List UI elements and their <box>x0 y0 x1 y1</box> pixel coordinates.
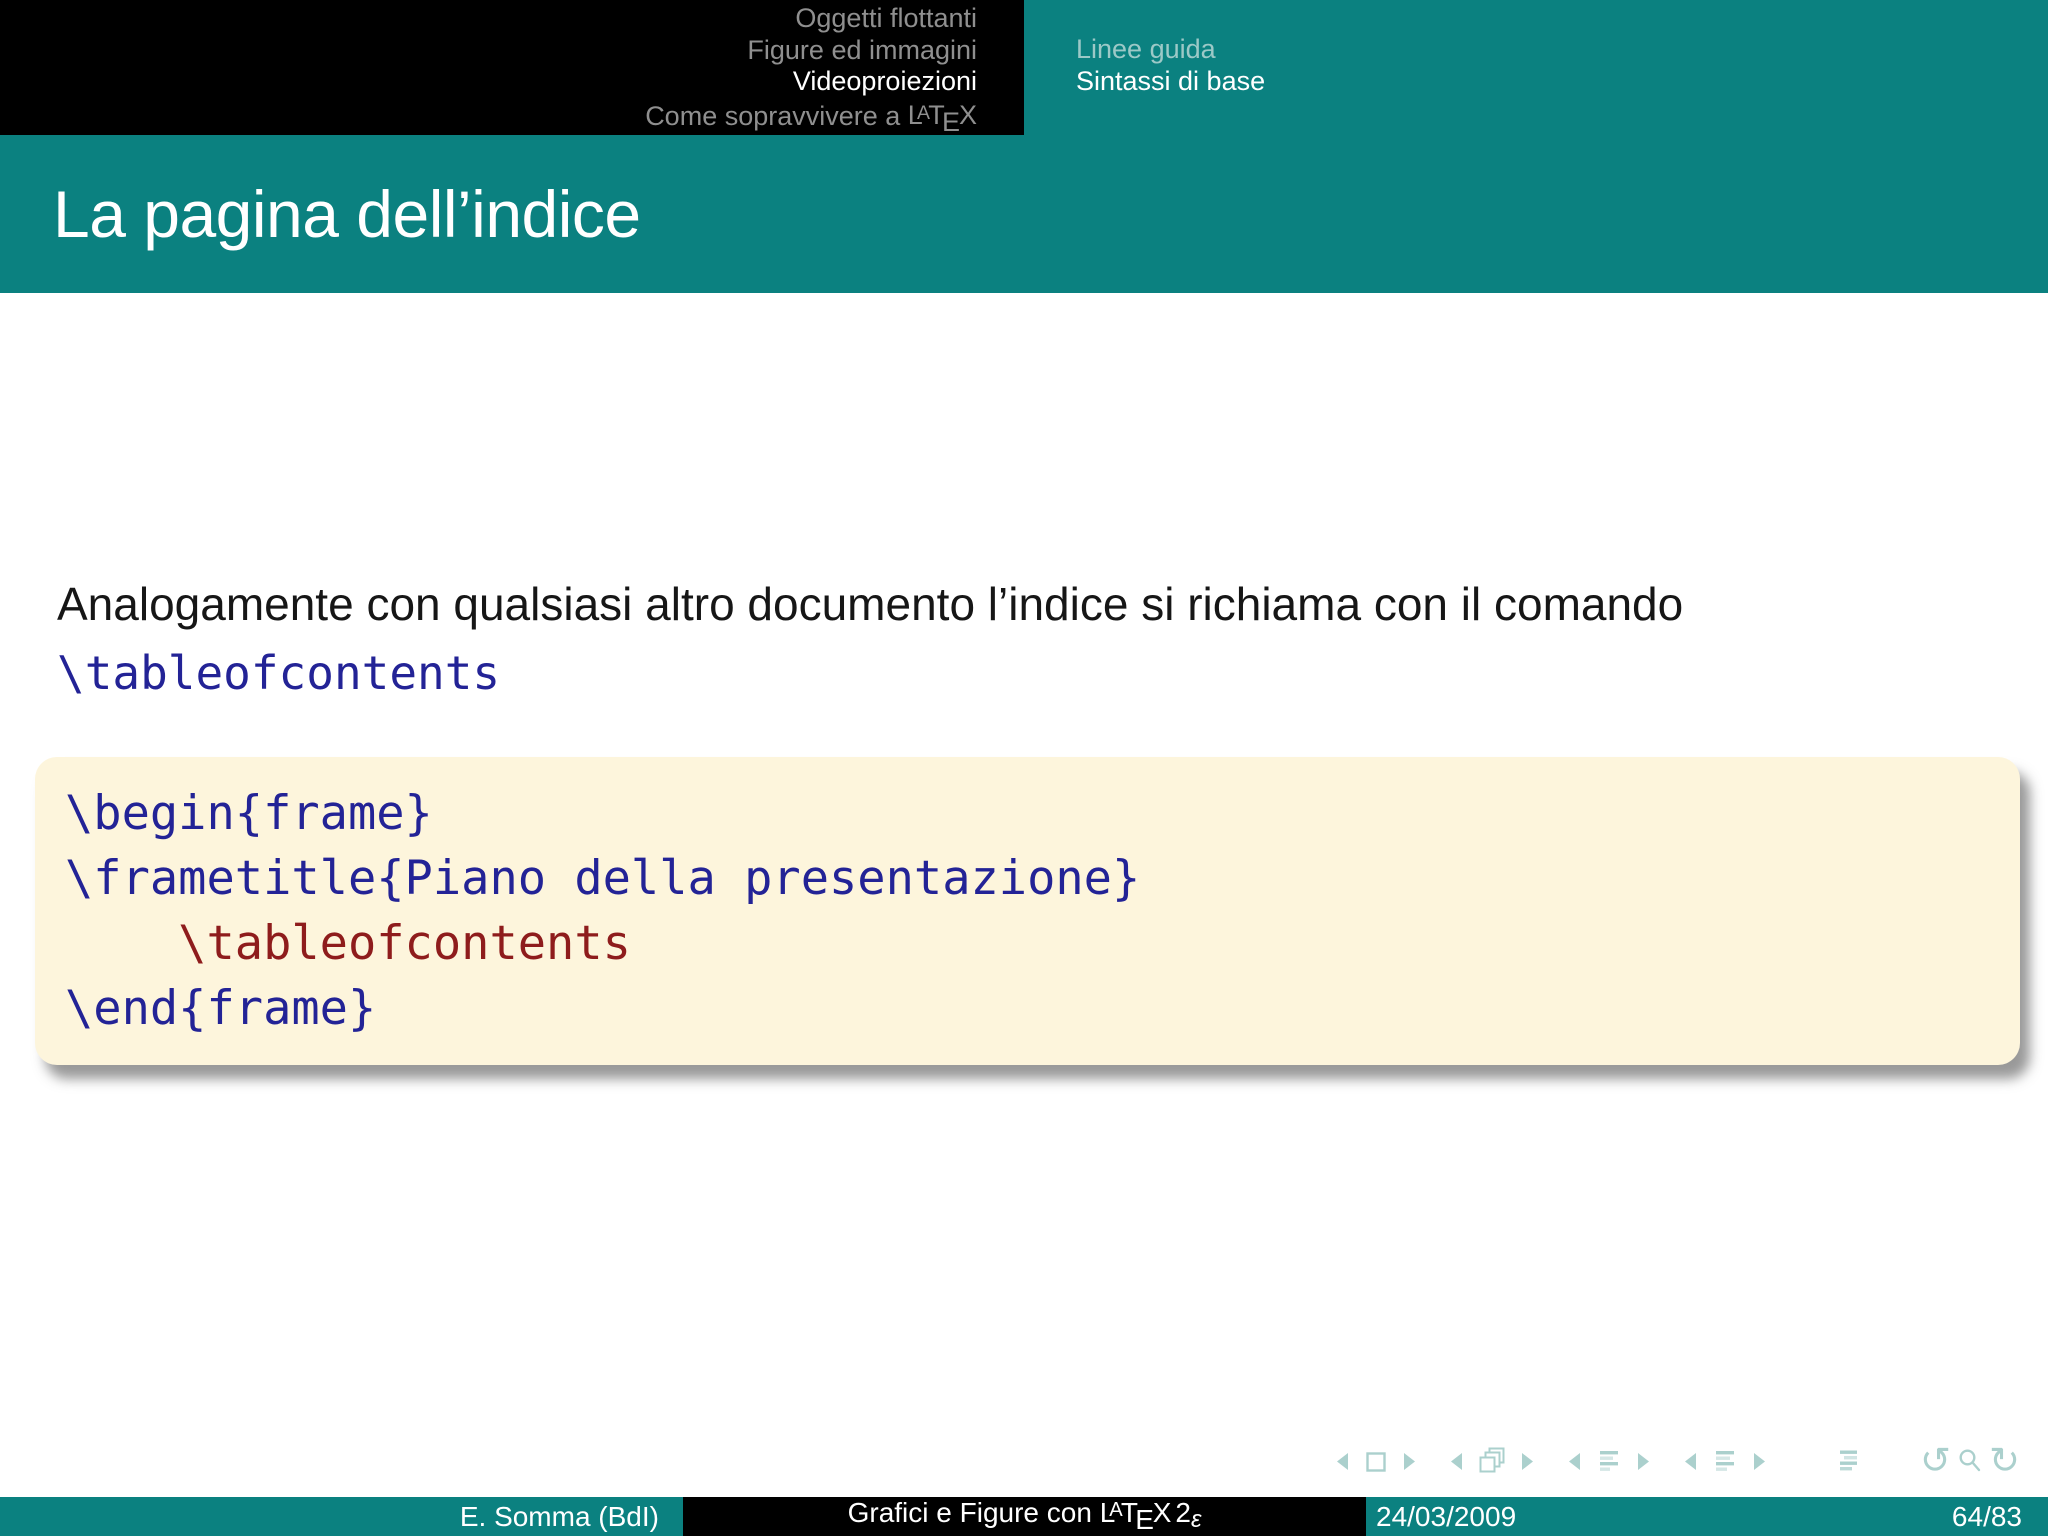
section-item-figure-ed-immagini[interactable]: Figure ed immagini <box>0 35 977 67</box>
navigation-symbols: ↺ ↻ <box>1332 1442 2020 1479</box>
page-title: La pagina dell’indice <box>53 177 641 251</box>
headline: Oggetti flottanti Figure ed immagini Vid… <box>0 0 2048 137</box>
subsection-nav: Linee guida Sintassi di base <box>1024 0 2048 135</box>
section-nav: Oggetti flottanti Figure ed immagini Vid… <box>0 0 1024 137</box>
presentation-icon[interactable] <box>1834 1447 1862 1475</box>
footer-author: E. Somma (BdI) <box>459 1500 659 1532</box>
subsection-item-linee-guida[interactable]: Linee guida <box>1076 34 2048 66</box>
slide-content: Analogamente con qualsiasi altro documen… <box>57 576 2007 700</box>
search-icon[interactable] <box>1956 1447 1984 1475</box>
subsection-item-sintassi-di-base[interactable]: Sintassi di base <box>1076 66 2048 98</box>
code-line: \frametitle{Piano della presentazione} <box>65 851 1141 906</box>
section-item-come-sopravvivere[interactable]: Come sopravvivere a LATEX <box>0 98 977 139</box>
frames-icon[interactable] <box>1477 1446 1507 1476</box>
footer-page-number: 64/83 <box>1951 1500 2022 1532</box>
footer-meta-segment: 24/03/2009 64/83 <box>1366 1497 2048 1536</box>
code-block: \begin{frame} \frametitle{Piano della pr… <box>35 757 2020 1065</box>
slide-forward-icon[interactable] <box>1398 1448 1420 1475</box>
footer-author-segment: E. Somma (BdI) <box>0 1497 683 1536</box>
subsection-back-icon[interactable] <box>1564 1448 1586 1475</box>
inline-latex-command: \tableofcontents <box>57 646 501 700</box>
subsection-nav-group <box>1564 1447 1654 1475</box>
section-item-oggetti-flottanti[interactable]: Oggetti flottanti <box>0 3 977 35</box>
footer-date: 24/03/2009 <box>1376 1500 1517 1532</box>
frame-forward-icon[interactable] <box>1516 1448 1538 1475</box>
section-icon <box>1711 1447 1739 1475</box>
footline: E. Somma (BdI) Grafici e Figure con LATE… <box>0 1497 2048 1536</box>
subsection-icon <box>1595 1447 1623 1475</box>
section-forward-icon[interactable] <box>1748 1448 1770 1475</box>
history-nav-group: ↺ ↻ <box>1920 1442 2020 1479</box>
slide-nav-group <box>1332 1448 1420 1475</box>
section-item-videoproiezioni[interactable]: Videoproiezioni <box>0 66 977 98</box>
code-line: \tableofcontents <box>65 916 631 971</box>
subsection-forward-icon[interactable] <box>1632 1448 1654 1475</box>
presentation-nav-group <box>1834 1447 1862 1475</box>
slide-icon[interactable] <box>1363 1448 1389 1475</box>
section-nav-group <box>1680 1447 1770 1475</box>
frame-back-icon[interactable] <box>1446 1448 1468 1475</box>
code-line: \end{frame} <box>65 981 377 1036</box>
slide-back-icon[interactable] <box>1332 1448 1354 1475</box>
latex-logo: LATEX <box>1099 1497 1172 1535</box>
history-back-icon[interactable]: ↺ <box>1920 1442 1951 1479</box>
history-forward-icon[interactable]: ↻ <box>1989 1442 2020 1479</box>
footer-title-segment: Grafici e Figure con LATEX 2ε <box>683 1497 1366 1536</box>
code-line: \begin{frame} <box>65 786 433 841</box>
section-back-icon[interactable] <box>1680 1448 1702 1475</box>
footer-title: Grafici e Figure con LATEX 2ε <box>847 1497 1202 1535</box>
frametitle-bar: La pagina dell’indice <box>0 135 2048 293</box>
body-paragraph: Analogamente con qualsiasi altro documen… <box>57 578 1684 630</box>
section-item-label: Come sopravvivere a <box>645 100 908 131</box>
beamer-slide: Oggetti flottanti Figure ed immagini Vid… <box>0 0 2048 1536</box>
latex-logo: LATEX <box>907 100 977 137</box>
frame-nav-group <box>1446 1446 1538 1476</box>
